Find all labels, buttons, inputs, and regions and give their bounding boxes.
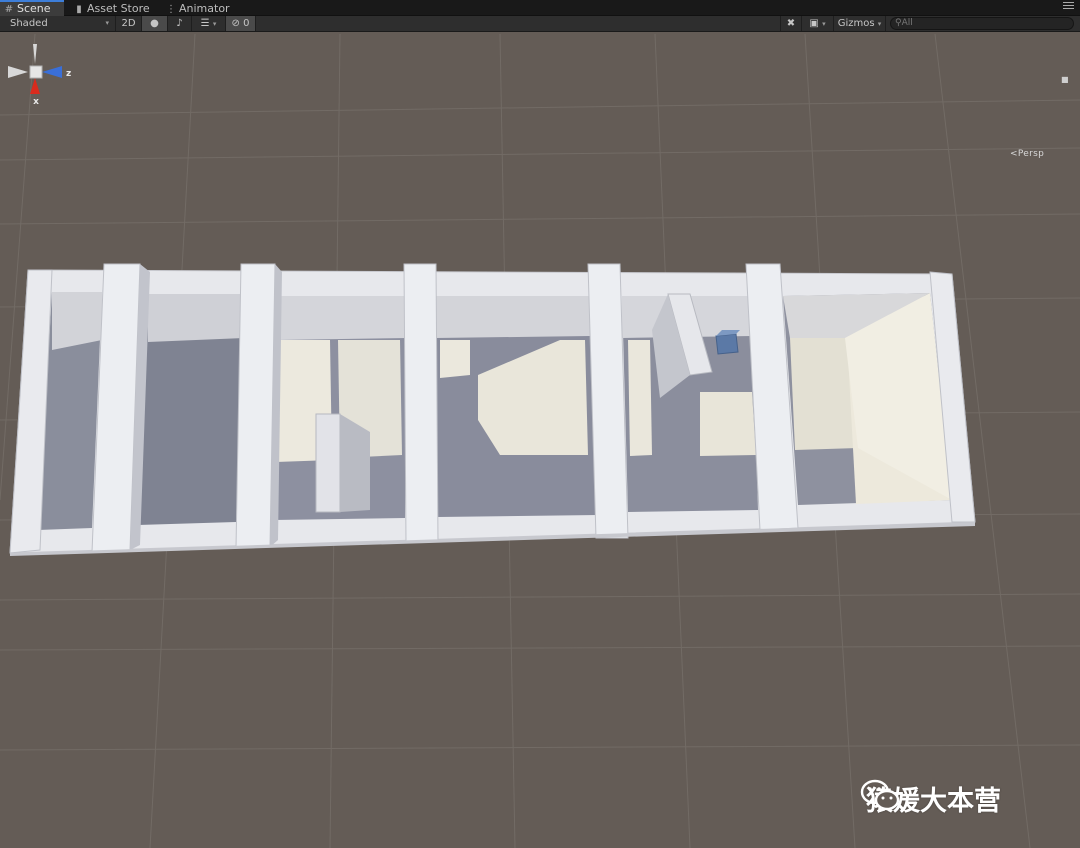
persp-icon: < bbox=[1010, 149, 1018, 159]
draw-mode-dropdown[interactable]: Shaded ▾ bbox=[0, 16, 116, 31]
tab-asset-store[interactable]: ▮ Asset Store bbox=[70, 1, 154, 16]
effects-icon: ☰ bbox=[200, 18, 210, 29]
lightbulb-icon: ● bbox=[150, 18, 159, 29]
hidden-objects-count: 0 bbox=[243, 18, 250, 29]
scene-lighting-toggle[interactable]: ● bbox=[142, 16, 168, 31]
search-icon: ⚲ bbox=[895, 18, 902, 28]
axis-x-label: x bbox=[33, 97, 39, 107]
speaker-icon: ♪ bbox=[176, 18, 183, 29]
wechat-icon bbox=[860, 779, 900, 811]
tab-scene[interactable]: # Scene bbox=[0, 0, 64, 16]
toggle-2d-button[interactable]: 2D bbox=[116, 16, 142, 31]
chevron-down-icon: ▾ bbox=[212, 20, 217, 28]
gizmo-center-cube[interactable] bbox=[29, 65, 43, 79]
scene-viewport[interactable]: z x ■ <Persp 猿媛大本营 bbox=[0, 32, 1080, 848]
draw-mode-label: Shaded bbox=[10, 18, 48, 29]
axis-y-arrow[interactable] bbox=[33, 44, 37, 64]
gizmos-label: Gizmos bbox=[837, 18, 875, 29]
chevron-down-icon: ▾ bbox=[877, 20, 882, 28]
axis-z-arrow[interactable] bbox=[42, 66, 62, 78]
camera-settings-dropdown[interactable]: ▣ ▾ bbox=[802, 16, 834, 31]
watermark: 猿媛大本营 bbox=[860, 778, 1001, 818]
scene-toolbar: Shaded ▾ 2D ● ♪ ☰ ▾ ⊘ 0 ✖ ▣ ▾ Gizmos ▾ ⚲… bbox=[0, 16, 1080, 32]
chevron-down-icon: ▾ bbox=[822, 20, 826, 28]
chevron-down-icon: ▾ bbox=[105, 19, 109, 27]
tab-scene-label: Scene bbox=[17, 2, 51, 15]
animator-icon: ⋮ bbox=[166, 4, 176, 15]
gizmos-dropdown[interactable]: Gizmos ▾ bbox=[834, 16, 886, 31]
projection-toggle[interactable]: <Persp bbox=[1010, 149, 1044, 159]
tab-animator-label: Animator bbox=[179, 2, 230, 15]
scene-canvas[interactable] bbox=[0, 32, 1080, 848]
projection-label: Persp bbox=[1017, 149, 1045, 159]
search-placeholder: All bbox=[901, 18, 913, 28]
lock-icon[interactable]: ■ bbox=[1061, 75, 1069, 84]
effects-dropdown[interactable]: ☰ ▾ bbox=[192, 16, 226, 31]
scene-tools-button[interactable]: ✖ bbox=[780, 16, 802, 31]
scene-audio-toggle[interactable]: ♪ bbox=[168, 16, 192, 31]
eye-slash-icon: ⊘ bbox=[231, 18, 240, 29]
camera-icon: ▣ bbox=[809, 18, 819, 29]
axis-x-arrow[interactable] bbox=[30, 78, 40, 94]
axis-z-label: z bbox=[66, 69, 71, 79]
toggle-2d-label: 2D bbox=[121, 18, 136, 29]
hierarchy-search-input[interactable]: ⚲All bbox=[890, 17, 1074, 30]
tab-options-menu-icon[interactable] bbox=[1063, 2, 1074, 12]
grid-icon: # bbox=[4, 4, 14, 15]
orientation-gizmo[interactable]: z x bbox=[0, 32, 80, 128]
tab-asset-store-label: Asset Store bbox=[87, 2, 150, 15]
tools-icon: ✖ bbox=[786, 18, 796, 29]
bag-icon: ▮ bbox=[76, 4, 82, 15]
tab-animator[interactable]: ⋮ Animator bbox=[162, 1, 238, 16]
axis-neg-x-arrow[interactable] bbox=[8, 66, 28, 78]
editor-tab-bar: # Scene ▮ Asset Store ⋮ Animator bbox=[0, 0, 1080, 16]
hidden-objects-toggle[interactable]: ⊘ 0 bbox=[226, 16, 256, 31]
building-model[interactable] bbox=[9, 263, 976, 556]
